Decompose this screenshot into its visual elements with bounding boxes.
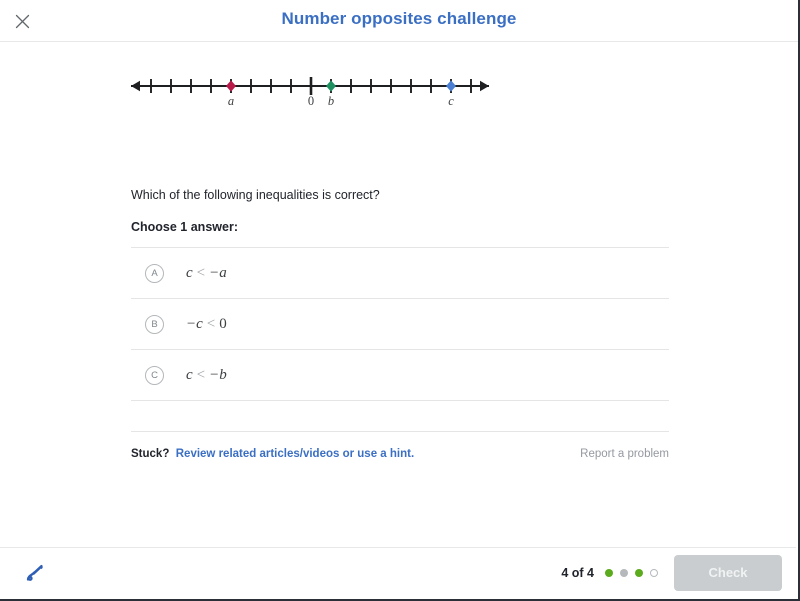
expr-lhs-c: c <box>186 366 193 383</box>
expr-rhs-b: 0 <box>219 315 227 332</box>
check-answer-button[interactable]: Check <box>674 554 782 591</box>
hint-bar: Stuck? Review related articles/videos or… <box>131 448 669 460</box>
progress-count: 4 of 4 <box>561 565 594 580</box>
exercise-footer: 4 of 4 Check <box>0 547 796 597</box>
answer-choice-list: A c < −a B −c <0 C c < −b <box>131 247 669 432</box>
page-title: Number opposites challenge <box>281 9 517 28</box>
expr-lhs-a: c <box>186 264 193 281</box>
stuck-label: Stuck? <box>131 448 170 460</box>
answer-choice-a[interactable]: A c < −a <box>131 248 669 299</box>
progress-dots <box>605 568 658 577</box>
answer-list-footer-divider <box>131 401 669 432</box>
scratchpad-button[interactable] <box>18 556 52 590</box>
number-line-label-b: b <box>328 94 334 108</box>
progress-dot-2 <box>620 568 628 577</box>
answer-choice-c[interactable]: C c < −b <box>131 350 669 401</box>
answer-choice-c-radio[interactable]: C <box>145 365 164 385</box>
number-line-label-a: a <box>228 94 234 108</box>
exercise-content: a b c 0 Which of the following inequalit… <box>0 42 798 549</box>
expr-rhs-a: −a <box>209 264 227 281</box>
expr-rel-c: < <box>196 366 206 383</box>
number-line-svg: a b c 0 <box>131 77 489 108</box>
question-prompt: Which of the following inequalities is c… <box>131 188 380 202</box>
expr-rel-b: < <box>206 315 216 332</box>
progress-indicator: 4 of 4 <box>561 566 658 580</box>
number-line-label-zero: 0 <box>308 94 314 108</box>
number-line-point-c: c <box>446 80 456 108</box>
answer-choice-c-expression: c < −b <box>186 367 227 384</box>
expr-rhs-c: −b <box>209 366 227 383</box>
expr-lhs-b: −c <box>186 315 203 332</box>
footer-right-group: 4 of 4 Check <box>561 554 782 591</box>
progress-dot-4 <box>650 568 658 577</box>
choose-answer-label: Choose 1 answer: <box>131 220 238 234</box>
pen-scribble-icon <box>26 564 43 581</box>
progress-dot-3 <box>635 568 643 577</box>
report-problem-link[interactable]: Report a problem <box>580 448 669 460</box>
exercise-window: Number opposites challenge a b c 0 Which… <box>0 0 800 601</box>
answer-choice-a-expression: c < −a <box>186 265 227 282</box>
exercise-header: Number opposites challenge <box>0 0 798 42</box>
hint-link[interactable]: Review related articles/videos or use a … <box>176 448 414 460</box>
number-line-point-a: a <box>226 80 236 108</box>
answer-choice-b-expression: −c <0 <box>186 316 227 333</box>
number-line-point-b: b <box>326 80 336 108</box>
answer-choice-a-radio[interactable]: A <box>145 263 164 283</box>
hint-text-group: Stuck? Review related articles/videos or… <box>131 448 414 460</box>
expr-rel-a: < <box>196 264 206 281</box>
progress-dot-1 <box>605 568 613 577</box>
number-line-label-c: c <box>448 94 454 108</box>
answer-choice-b[interactable]: B −c <0 <box>131 299 669 350</box>
answer-choice-b-radio[interactable]: B <box>145 314 164 334</box>
number-line-figure: a b c 0 <box>0 42 798 116</box>
